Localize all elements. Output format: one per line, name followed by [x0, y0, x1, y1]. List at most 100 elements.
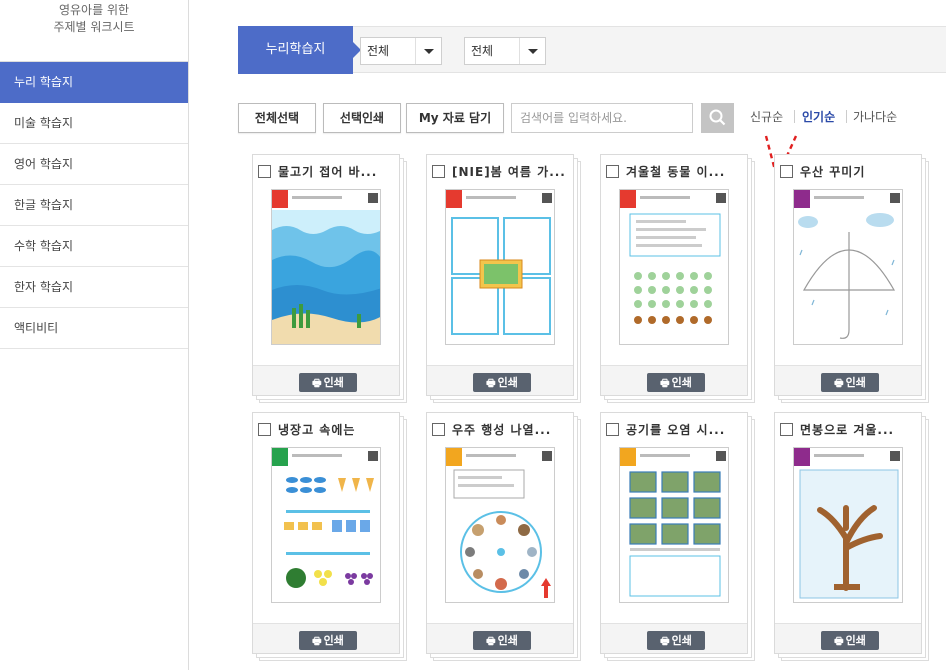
card-footer: 🖶 인쇄 — [775, 623, 921, 653]
card-title[interactable]: 겨울철 동물 이... — [626, 165, 725, 179]
worksheet-thumbnail[interactable] — [445, 189, 555, 345]
card-footer: 🖶 인쇄 — [427, 623, 573, 653]
print-label: 인쇄 — [845, 376, 866, 389]
card-footer: 🖶 인쇄 — [601, 623, 747, 653]
print-selected-button[interactable]: 선택인쇄 — [323, 103, 401, 133]
sidebar-item-nuri[interactable]: 누리 학습지 — [0, 62, 188, 103]
worksheet-card: 냉장고 속에는 🖶 인쇄 — [252, 412, 407, 661]
main-content: 누리학습지 전체 > 전체 전체선택 선택인쇄 My 자료 담기 신규순 인기순… — [190, 0, 946, 670]
card-checkbox[interactable] — [606, 165, 619, 178]
card-title-row: 물고기 접어 바... — [258, 163, 395, 181]
card-checkbox[interactable] — [432, 165, 445, 178]
sidebar-header-line1: 영유아를 위한 — [58, 3, 130, 17]
card-checkbox[interactable] — [258, 423, 271, 436]
print-button[interactable]: 🖶 인쇄 — [647, 631, 705, 650]
my-save-button[interactable]: My 자료 담기 — [406, 103, 504, 133]
print-label: 인쇄 — [497, 376, 518, 389]
worksheet-thumbnail[interactable] — [271, 189, 381, 345]
card-title-row: [NIE]봄 여름 가... — [432, 163, 569, 181]
category-tab[interactable]: 누리학습지 — [238, 26, 361, 74]
worksheet-card: 우산 꾸미기 🖶 인쇄 — [774, 154, 929, 403]
card-footer: 🖶 인쇄 — [775, 365, 921, 395]
select-all-button[interactable]: 전체선택 — [238, 103, 316, 133]
print-button[interactable]: 🖶 인쇄 — [473, 373, 531, 392]
search-icon — [709, 109, 726, 126]
sidebar-item-hangul[interactable]: 한글 학습지 — [0, 185, 188, 226]
print-button[interactable]: 🖶 인쇄 — [299, 373, 357, 392]
printer-icon: 🖶 — [312, 378, 322, 389]
card-footer: 🖶 인쇄 — [253, 365, 399, 395]
card-checkbox[interactable] — [258, 165, 271, 178]
search-input[interactable] — [511, 103, 693, 133]
worksheet-thumbnail[interactable] — [793, 447, 903, 603]
filter-bar: 누리학습지 전체 > 전체 — [238, 26, 946, 74]
sidebar-item-english[interactable]: 영어 학습지 — [0, 144, 188, 185]
card-title[interactable]: 면봉으로 겨울... — [800, 423, 894, 437]
worksheet-card: 물고기 접어 바... 🖶 인쇄 — [252, 154, 407, 403]
category-select-2-value: 전체 — [471, 44, 494, 58]
print-button[interactable]: 🖶 인쇄 — [473, 631, 531, 650]
card-checkbox[interactable] — [606, 423, 619, 436]
sort-popular[interactable]: 인기순 — [802, 108, 835, 125]
card-title[interactable]: 우산 꾸미기 — [800, 165, 865, 179]
sidebar-item-activity[interactable]: 액티비티 — [0, 308, 188, 349]
card-footer: 🖶 인쇄 — [253, 623, 399, 653]
printer-icon: 🖶 — [660, 378, 670, 389]
card-title-row: 겨울철 동물 이... — [606, 163, 743, 181]
sidebar-header: 영유아를 위한 주제별 워크시트 — [0, 0, 188, 62]
sidebar-item-art[interactable]: 미술 학습지 — [0, 103, 188, 144]
card-title-row: 우주 행성 나열... — [432, 421, 569, 439]
worksheet-card: 겨울철 동물 이... � — [600, 154, 755, 403]
chevron-down-icon — [519, 38, 545, 64]
search-button[interactable] — [701, 103, 734, 133]
card-title[interactable]: 냉장고 속에는 — [278, 423, 355, 437]
worksheet-card: 우주 행성 나열... 🖶 인쇄 — [426, 412, 581, 661]
worksheet-thumbnail[interactable] — [445, 447, 555, 603]
print-label: 인쇄 — [323, 634, 344, 647]
card-checkbox[interactable] — [780, 423, 793, 436]
sort-newest[interactable]: 신규순 — [750, 108, 783, 125]
card-footer: 🖶 인쇄 — [427, 365, 573, 395]
card-title-row: 우산 꾸미기 — [780, 163, 917, 181]
card-title[interactable]: 우주 행성 나열... — [452, 423, 551, 437]
print-label: 인쇄 — [497, 634, 518, 647]
printer-icon: 🖶 — [312, 636, 322, 647]
card-title-row: 면봉으로 겨울... — [780, 421, 917, 439]
card-title[interactable]: 공기를 오염 시... — [626, 423, 725, 437]
printer-icon: 🖶 — [486, 636, 496, 647]
printer-icon: 🖶 — [834, 378, 844, 389]
print-button[interactable]: 🖶 인쇄 — [821, 373, 879, 392]
printer-icon: 🖶 — [486, 378, 496, 389]
worksheet-thumbnail[interactable] — [619, 189, 729, 345]
worksheet-card: 공기를 오염 시... 🖶 인쇄 — [600, 412, 755, 661]
worksheet-card: [NIE]봄 여름 가... 🖶 인쇄 — [426, 154, 581, 403]
print-button[interactable]: 🖶 인쇄 — [647, 373, 705, 392]
category-select-1[interactable]: 전체 — [360, 37, 442, 65]
print-label: 인쇄 — [845, 634, 866, 647]
print-label: 인쇄 — [323, 376, 344, 389]
worksheet-thumbnail[interactable] — [793, 189, 903, 345]
card-title-row: 냉장고 속에는 — [258, 421, 395, 439]
card-title-row: 공기를 오염 시... — [606, 421, 743, 439]
category-select-1-value: 전체 — [367, 44, 390, 58]
sort-alphabetical[interactable]: 가나다순 — [853, 108, 897, 125]
chevron-down-icon — [415, 38, 441, 64]
card-title[interactable]: [NIE]봄 여름 가... — [452, 165, 566, 179]
sidebar-header-line2: 주제별 워크시트 — [53, 20, 135, 34]
sidebar-item-hanja[interactable]: 한자 학습지 — [0, 267, 188, 308]
print-button[interactable]: 🖶 인쇄 — [299, 631, 357, 650]
worksheet-thumbnail[interactable] — [619, 447, 729, 603]
sidebar-item-math[interactable]: 수학 학습지 — [0, 226, 188, 267]
printer-icon: 🖶 — [660, 636, 670, 647]
sidebar: 영유아를 위한 주제별 워크시트 누리 학습지 미술 학습지 영어 학습지 한글… — [0, 0, 189, 670]
sort-divider — [846, 110, 847, 123]
print-label: 인쇄 — [671, 634, 692, 647]
worksheet-card: 면봉으로 겨울... 🖶 인쇄 — [774, 412, 929, 661]
category-select-2[interactable]: 전체 — [464, 37, 546, 65]
card-checkbox[interactable] — [780, 165, 793, 178]
print-button[interactable]: 🖶 인쇄 — [821, 631, 879, 650]
card-footer: 🖶 인쇄 — [601, 365, 747, 395]
card-checkbox[interactable] — [432, 423, 445, 436]
worksheet-thumbnail[interactable] — [271, 447, 381, 603]
card-title[interactable]: 물고기 접어 바... — [278, 165, 377, 179]
